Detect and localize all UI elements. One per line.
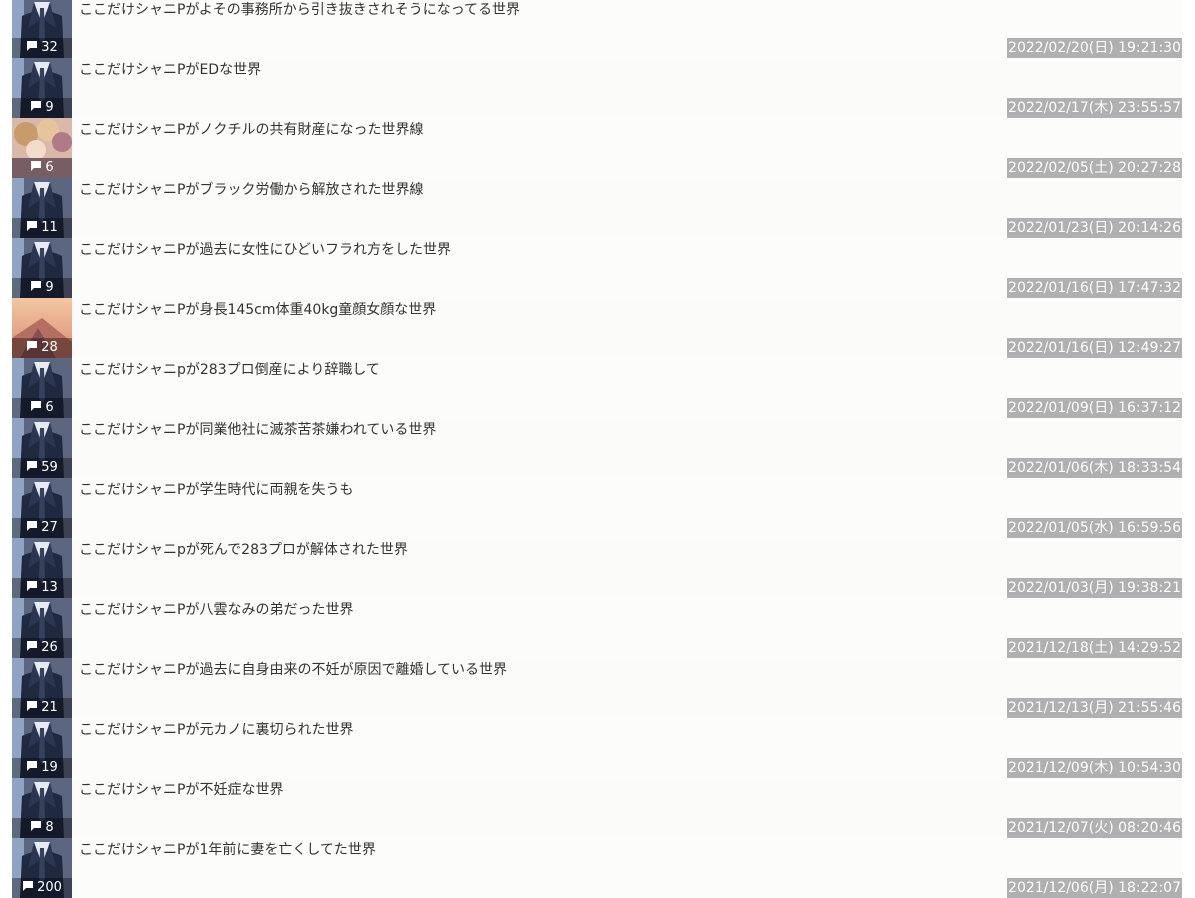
thread-date: 2022/01/06(木) 18:33:54 — [1007, 458, 1182, 478]
thread-title[interactable]: ここだけシャニPがブラック労働から解放された世界線 — [79, 180, 423, 200]
thread-date: 2021/12/07(火) 08:20:46 — [1007, 818, 1182, 838]
comment-bubble-icon — [27, 221, 38, 231]
reply-count: 11 — [12, 218, 72, 238]
reply-count: 6 — [12, 398, 72, 418]
thread-date: 2021/12/18(土) 14:29:52 — [1007, 638, 1182, 658]
thread-title[interactable]: ここだけシャニPが1年前に妻を亡くしてた世界 — [79, 840, 376, 860]
comment-bubble-icon — [23, 881, 34, 891]
thread-date: 2022/01/16(日) 12:49:27 — [1007, 338, 1182, 358]
thread-row-10[interactable]: 13 ここだけシャニpが死んで283プロが解体された世界 2022/01/03(… — [12, 538, 1182, 598]
comment-bubble-icon — [27, 761, 38, 771]
thread-date: 2022/02/17(木) 23:55:57 — [1007, 98, 1182, 118]
thread-date: 2022/01/09(日) 16:37:12 — [1007, 398, 1182, 418]
reply-count-value: 32 — [41, 40, 58, 55]
thread-row-6[interactable]: 28 ここだけシャニPが身長145cm体重40kg童顔女顔な世界 2022/01… — [12, 298, 1182, 358]
reply-count: 9 — [12, 278, 72, 298]
thread-row-15[interactable]: 200 ここだけシャニPが1年前に妻を亡くしてた世界 2021/12/06(月)… — [12, 838, 1182, 898]
thread-row-7[interactable]: 6 ここだけシャニpが283プロ倒産により辞職して 2022/01/09(日) … — [12, 358, 1182, 418]
comment-bubble-icon — [27, 521, 38, 531]
comment-bubble-icon — [27, 461, 38, 471]
thread-row-5[interactable]: 9 ここだけシャニPが過去に女性にひどいフラれ方をした世界 2022/01/16… — [12, 238, 1182, 298]
reply-count-value: 200 — [37, 880, 62, 895]
reply-count: 13 — [12, 578, 72, 598]
thread-title[interactable]: ここだけシャニPが身長145cm体重40kg童顔女顔な世界 — [79, 300, 436, 320]
reply-count-value: 8 — [45, 820, 54, 835]
reply-count-value: 9 — [45, 280, 54, 295]
reply-count: 8 — [12, 818, 72, 838]
thread-date: 2022/02/20(日) 19:21:30 — [1007, 38, 1182, 58]
reply-count-value: 6 — [45, 160, 54, 175]
thread-date: 2022/02/05(土) 20:27:28 — [1007, 158, 1182, 178]
reply-count: 32 — [12, 38, 72, 58]
thread-title[interactable]: ここだけシャニpが283プロ倒産により辞職して — [79, 360, 380, 380]
reply-count: 200 — [12, 878, 72, 898]
thread-title[interactable]: ここだけシャニPが学生時代に両親を失うも — [79, 480, 353, 500]
thread-list: 32 ここだけシャニPがよその事務所から引き抜きされそうになってる世界 2022… — [12, 0, 1182, 898]
thread-title[interactable]: ここだけシャニPがよその事務所から引き抜きされそうになってる世界 — [79, 0, 520, 20]
thread-row-3[interactable]: 6 ここだけシャニPがノクチルの共有財産になった世界線 2022/02/05(土… — [12, 118, 1182, 178]
reply-count-value: 59 — [41, 460, 58, 475]
thread-row-2[interactable]: 9 ここだけシャニPがEDな世界 2022/02/17(木) 23:55:57 — [12, 58, 1182, 118]
thread-row-4[interactable]: 11 ここだけシャニPがブラック労働から解放された世界線 2022/01/23(… — [12, 178, 1182, 238]
thread-date: 2022/01/16(日) 17:47:32 — [1007, 278, 1182, 298]
reply-count-value: 26 — [41, 640, 58, 655]
thread-date: 2021/12/13(月) 21:55:46 — [1007, 698, 1182, 718]
reply-count-value: 9 — [45, 100, 54, 115]
reply-count-value: 28 — [41, 340, 58, 355]
thread-date: 2021/12/06(月) 18:22:07 — [1007, 878, 1182, 898]
thread-row-14[interactable]: 8 ここだけシャニPが不妊症な世界 2021/12/07(火) 08:20:46 — [12, 778, 1182, 838]
thread-title[interactable]: ここだけシャニPが過去に女性にひどいフラれ方をした世界 — [79, 240, 451, 260]
comment-bubble-icon — [31, 161, 42, 171]
comment-bubble-icon — [31, 821, 42, 831]
thread-row-1[interactable]: 32 ここだけシャニPがよその事務所から引き抜きされそうになってる世界 2022… — [12, 0, 1182, 58]
reply-count-value: 6 — [45, 400, 54, 415]
reply-count: 21 — [12, 698, 72, 718]
reply-count: 9 — [12, 98, 72, 118]
reply-count-value: 13 — [41, 580, 58, 595]
comment-bubble-icon — [31, 101, 42, 111]
thread-title[interactable]: ここだけシャニPがEDな世界 — [79, 60, 261, 80]
reply-count: 19 — [12, 758, 72, 778]
thread-title[interactable]: ここだけシャニPがノクチルの共有財産になった世界線 — [79, 120, 423, 140]
reply-count: 26 — [12, 638, 72, 658]
reply-count-value: 21 — [41, 700, 58, 715]
comment-bubble-icon — [27, 641, 38, 651]
comment-bubble-icon — [27, 341, 38, 351]
thread-title[interactable]: ここだけシャニPが八雲なみの弟だった世界 — [79, 600, 353, 620]
reply-count: 27 — [12, 518, 72, 538]
thread-row-12[interactable]: 21 ここだけシャニPが過去に自身由来の不妊が原因で離婚している世界 2021/… — [12, 658, 1182, 718]
thread-title[interactable]: ここだけシャニPが同業他社に滅茶苦茶嫌われている世界 — [79, 420, 436, 440]
thread-date: 2022/01/23(日) 20:14:26 — [1007, 218, 1182, 238]
thread-row-8[interactable]: 59 ここだけシャニPが同業他社に滅茶苦茶嫌われている世界 2022/01/06… — [12, 418, 1182, 478]
reply-count: 6 — [12, 158, 72, 178]
thread-date: 2022/01/03(月) 19:38:21 — [1007, 578, 1182, 598]
thread-row-13[interactable]: 19 ここだけシャニPが元カノに裏切られた世界 2021/12/09(木) 10… — [12, 718, 1182, 778]
comment-bubble-icon — [31, 401, 42, 411]
reply-count-value: 11 — [41, 220, 58, 235]
comment-bubble-icon — [31, 281, 42, 291]
comment-bubble-icon — [27, 701, 38, 711]
reply-count: 59 — [12, 458, 72, 478]
thread-date: 2021/12/09(木) 10:54:30 — [1007, 758, 1182, 778]
thread-row-9[interactable]: 27 ここだけシャニPが学生時代に両親を失うも 2022/01/05(水) 16… — [12, 478, 1182, 538]
thread-title[interactable]: ここだけシャニPが不妊症な世界 — [79, 780, 283, 800]
comment-bubble-icon — [27, 41, 38, 51]
reply-count-value: 27 — [41, 520, 58, 535]
thread-date: 2022/01/05(水) 16:59:56 — [1007, 518, 1182, 538]
thread-title[interactable]: ここだけシャニpが死んで283プロが解体された世界 — [79, 540, 408, 560]
thread-row-11[interactable]: 26 ここだけシャニPが八雲なみの弟だった世界 2021/12/18(土) 14… — [12, 598, 1182, 658]
thread-title[interactable]: ここだけシャニPが過去に自身由来の不妊が原因で離婚している世界 — [79, 660, 507, 680]
thread-title[interactable]: ここだけシャニPが元カノに裏切られた世界 — [79, 720, 353, 740]
comment-bubble-icon — [27, 581, 38, 591]
reply-count: 28 — [12, 338, 72, 358]
reply-count-value: 19 — [41, 760, 58, 775]
